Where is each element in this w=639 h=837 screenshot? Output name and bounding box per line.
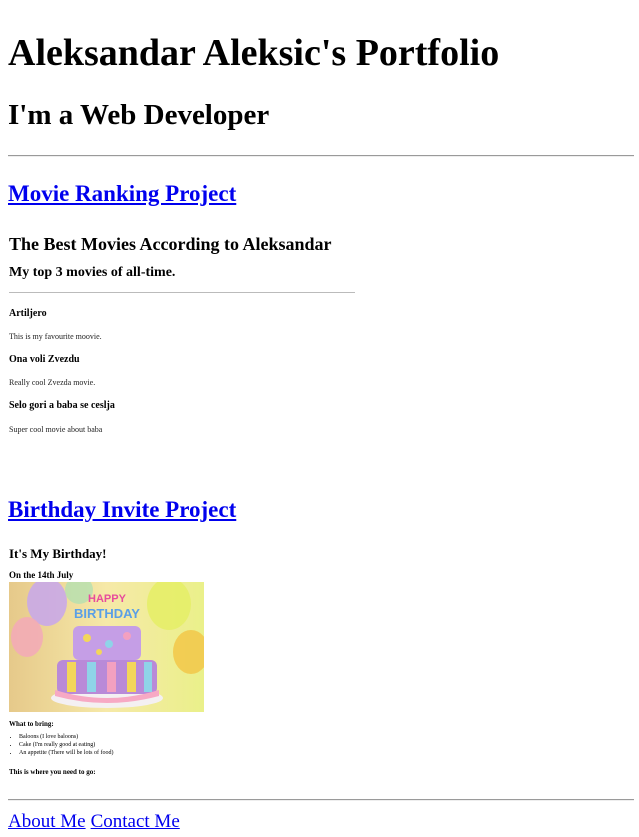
about-me-link[interactable]: About Me	[8, 811, 86, 832]
movie-description: Super cool movie about baba	[9, 425, 103, 434]
list-item: Cake (I'm really good at eating)	[19, 741, 113, 749]
movie-page-title: The Best Movies According to Aleksandar	[9, 234, 332, 254]
page-subtitle: I'm a Web Developer	[8, 99, 270, 131]
movie-name: Ona voli Zvezdu	[9, 354, 80, 365]
movie-name: Selo gori a baba se ceslja	[9, 400, 115, 411]
page-title: Aleksandar Aleksic's Portfolio	[8, 32, 500, 74]
movie-name: Artiljero	[9, 308, 47, 319]
birthday-cake-image: HAPPY BIRTHDAY	[9, 582, 204, 712]
movie-description: Really cool Zvezda movie.	[9, 378, 96, 387]
svg-text:BIRTHDAY: BIRTHDAY	[74, 606, 140, 621]
movie-description: This is my favourite moovie.	[9, 332, 102, 341]
birthday-date: On the 14th July	[9, 570, 74, 580]
what-to-bring-heading: What to bring:	[9, 720, 54, 728]
header-divider	[8, 155, 634, 157]
list-item: An appetite (There will be lots of food)	[19, 749, 113, 757]
bring-list: Baloons (I love baloons) Cake (I'm reall…	[9, 733, 113, 757]
movie-divider	[9, 292, 355, 293]
birthday-invite-preview: It's My Birthday! On the 14th July HAPPY…	[8, 546, 268, 786]
footer-divider	[8, 799, 634, 801]
birthday-invite-project-link[interactable]: Birthday Invite Project	[8, 496, 236, 524]
movie-ranking-project-link[interactable]: Movie Ranking Project	[8, 180, 236, 208]
movie-page-subtitle: My top 3 movies of all-time.	[9, 265, 176, 280]
contact-me-link[interactable]: Contact Me	[91, 811, 180, 832]
movie-ranking-preview: The Best Movies According to Aleksandar …	[8, 233, 368, 463]
svg-text:HAPPY: HAPPY	[88, 593, 127, 605]
birthday-title: It's My Birthday!	[9, 546, 107, 561]
footer-nav: About Me Contact Me	[8, 811, 185, 833]
location-heading: This is where you need to go:	[9, 768, 96, 776]
list-item: Baloons (I love baloons)	[19, 733, 113, 741]
